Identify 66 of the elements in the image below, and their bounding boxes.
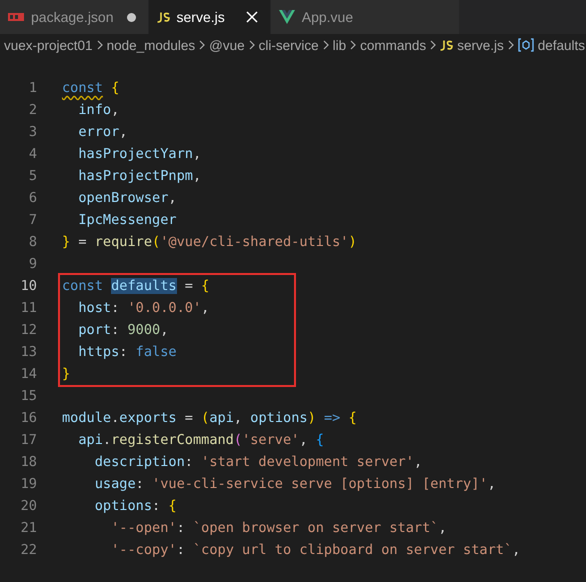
- code-line: host: '0.0.0.0',: [77, 300, 210, 316]
- breadcrumb-item[interactable]: vuex-project01: [4, 38, 93, 52]
- variable-symbol-icon: [518, 38, 534, 52]
- line-number: 13: [20, 344, 37, 360]
- chevron-right-icon: [508, 40, 514, 50]
- code-line: '--copy': `copy url to clipboard on server start`,: [110, 542, 520, 558]
- line-number: 17: [20, 432, 37, 448]
- chevron-right-icon: [199, 40, 206, 50]
- editor-tab[interactable]: App.vue: [270, 0, 460, 34]
- chevron-right-icon: [248, 40, 255, 50]
- line-number: 21: [20, 520, 37, 536]
- code-line: '--open': `open browser on server start`,: [110, 520, 447, 536]
- line-number: 9: [28, 256, 37, 272]
- code-line: api.registerCommand('serve', {: [77, 432, 324, 448]
- breadcrumb-item[interactable]: cli-service: [258, 38, 319, 52]
- line-number: 16: [20, 410, 37, 426]
- code-line: https: false: [77, 344, 177, 360]
- code-line: usage: 'vue-cli-service serve [options] [entry]',: [94, 476, 496, 492]
- breadcrumb-item[interactable]: node_modules: [106, 38, 196, 52]
- line-number: 15: [20, 388, 37, 404]
- line-number: 2: [28, 102, 37, 118]
- line-number: 22: [20, 542, 37, 558]
- breadcrumb-item[interactable]: commands: [360, 38, 426, 52]
- line-number: 10: [20, 278, 37, 294]
- line-number: 3: [28, 124, 37, 140]
- line-number: 19: [20, 476, 37, 492]
- vue-icon: [278, 10, 295, 24]
- code-line: module.exports = (api, options) => {: [62, 410, 357, 426]
- line-number: 7: [28, 212, 37, 228]
- line-number: 6: [28, 190, 37, 206]
- code-line: hasProjectYarn,: [77, 146, 202, 162]
- code-line: IpcMessenger: [77, 212, 177, 228]
- breadcrumb-item[interactable]: lib: [332, 38, 346, 52]
- breadcrumb-item[interactable]: @vue: [209, 38, 245, 52]
- breadcrumb-item[interactable]: serve.js: [457, 38, 504, 52]
- line-number: 12: [20, 322, 37, 338]
- code-line: const defaults = {: [62, 278, 210, 294]
- code-line: } = require('@vue/cli-shared-utils'): [62, 234, 357, 250]
- code-line: const {: [62, 80, 120, 96]
- code-line: port: 9000,: [77, 322, 168, 338]
- line-number: 14: [20, 366, 37, 382]
- chevron-right-icon: [350, 40, 356, 50]
- line-number: 1: [28, 80, 37, 96]
- code-line: info,: [77, 102, 120, 118]
- breadcrumb-item[interactable]: defaults: [538, 38, 585, 52]
- code-line: hasProjectPnpm,: [77, 168, 202, 184]
- code-line: openBrowser,: [77, 190, 177, 206]
- line-number: 8: [28, 234, 37, 250]
- chevron-right-icon: [322, 40, 329, 50]
- line-number: 20: [20, 498, 37, 514]
- close-icon[interactable]: [246, 11, 258, 23]
- chevron-right-icon: [96, 40, 103, 50]
- editor-tab[interactable]: serve.js: [148, 0, 271, 34]
- code-line: error,: [77, 124, 128, 140]
- editor-tab[interactable]: package.json: [0, 0, 149, 34]
- line-number: 11: [20, 300, 37, 316]
- code-line: description: 'start development server',: [94, 454, 422, 470]
- js-file-icon: [156, 12, 170, 22]
- js-file-icon: [440, 40, 454, 50]
- line-number: 4: [28, 146, 37, 162]
- npm-icon: [8, 13, 24, 21]
- code-line: options: {: [94, 498, 177, 514]
- line-number: 5: [28, 168, 37, 184]
- chevron-right-icon: [430, 40, 436, 50]
- code-line: }: [62, 366, 70, 382]
- line-number: 18: [20, 454, 37, 470]
